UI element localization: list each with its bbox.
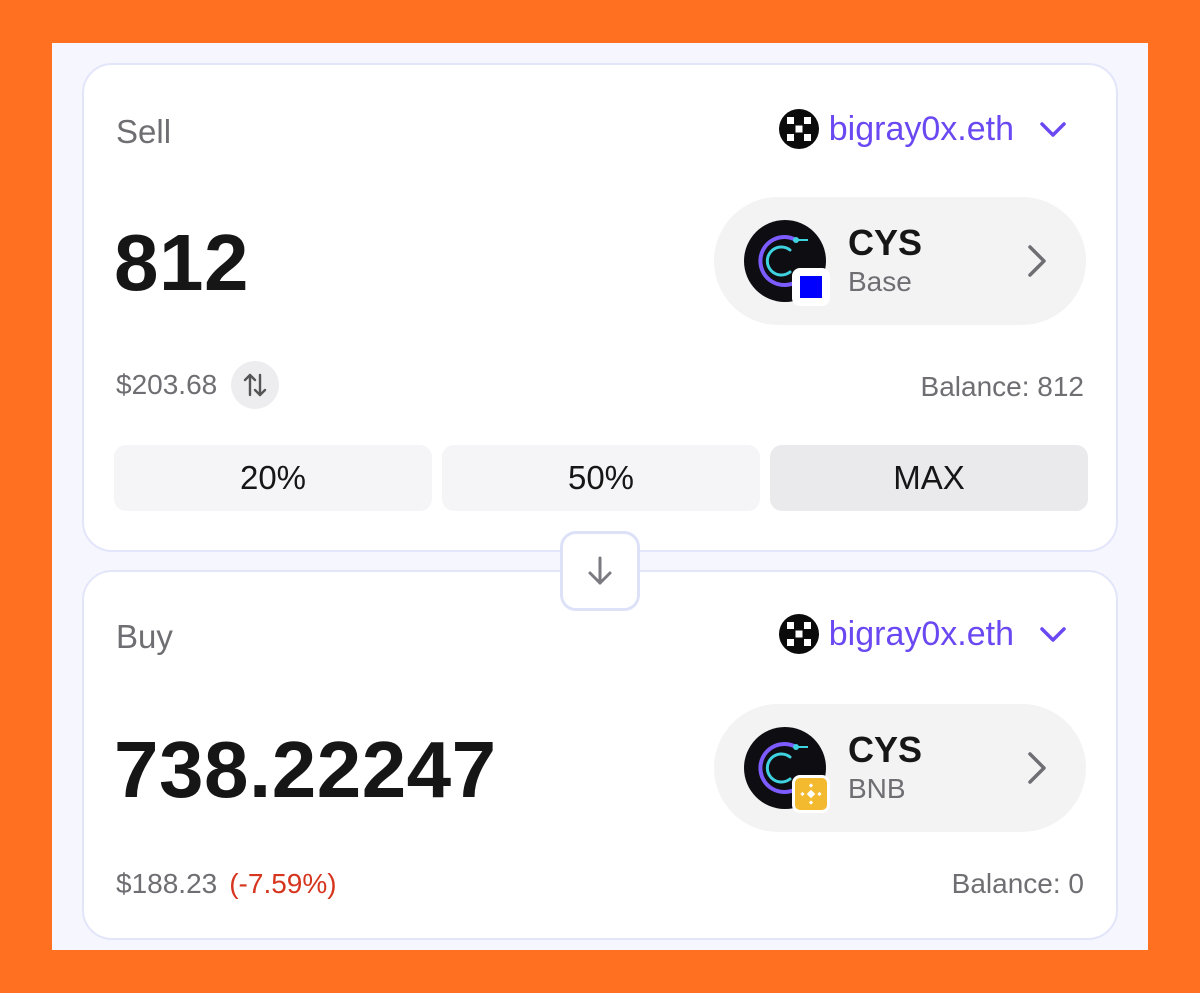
sell-token-chain: Base	[848, 266, 912, 297]
sell-account-name: bigray0x.eth	[828, 109, 1014, 148]
sell-panel: Sell bigray0x.eth 812 CYS Base $203.68 B…	[82, 63, 1118, 552]
swap-vertical-icon	[244, 373, 267, 397]
buy-account-selector[interactable]: bigray0x.eth	[778, 614, 1070, 654]
okx-wallet-icon	[778, 109, 819, 149]
buy-usd-row: $188.23 (-7.59%)	[116, 868, 337, 900]
price-impact: (-7.59%)	[229, 868, 337, 899]
sell-amount-input[interactable]: 812	[114, 217, 249, 309]
sell-balance: Balance: 812	[920, 371, 1084, 402]
base-chain-icon	[792, 268, 830, 306]
sell-account-selector[interactable]: bigray0x.eth	[778, 109, 1070, 149]
sell-usd-row: $203.68	[116, 361, 280, 409]
percent-20-button[interactable]: 20%	[114, 445, 432, 511]
buy-account-name: bigray0x.eth	[828, 614, 1014, 653]
chevron-down-icon	[1040, 122, 1066, 137]
buy-usd-value: $188.23	[116, 868, 218, 899]
arrow-down-icon	[588, 556, 612, 585]
sell-usd-value: $203.68	[116, 369, 218, 400]
swap-widget: Sell bigray0x.eth 812 CYS Base $203.68 B…	[52, 43, 1148, 950]
toggle-units-button[interactable]	[231, 361, 280, 409]
chevron-down-icon	[1040, 627, 1066, 642]
sell-token-selector[interactable]: CYS Base	[714, 197, 1086, 325]
bnb-chain-icon	[792, 775, 830, 813]
flip-direction-button[interactable]	[560, 531, 640, 611]
buy-balance: Balance: 0	[951, 868, 1084, 899]
chevron-right-icon	[1028, 245, 1046, 277]
buy-token-selector[interactable]: CYS BNB	[714, 704, 1086, 832]
percent-50-button[interactable]: 50%	[442, 445, 760, 511]
buy-panel: Buy bigray0x.eth 738.22247 CYS BNB $188.…	[82, 570, 1118, 940]
buy-label: Buy	[116, 618, 173, 655]
buy-amount-output: 738.22247	[114, 725, 497, 814]
buy-token-chain: BNB	[848, 773, 906, 804]
sell-label: Sell	[116, 113, 172, 150]
percent-buttons: 20% 50% MAX	[114, 445, 1088, 511]
cys-token-icon	[744, 727, 830, 813]
cys-token-icon	[744, 220, 830, 306]
okx-wallet-icon	[778, 614, 819, 654]
chevron-right-icon	[1028, 752, 1046, 784]
sell-token-symbol: CYS	[848, 222, 923, 263]
buy-token-symbol: CYS	[848, 729, 923, 770]
max-button[interactable]: MAX	[770, 445, 1088, 511]
